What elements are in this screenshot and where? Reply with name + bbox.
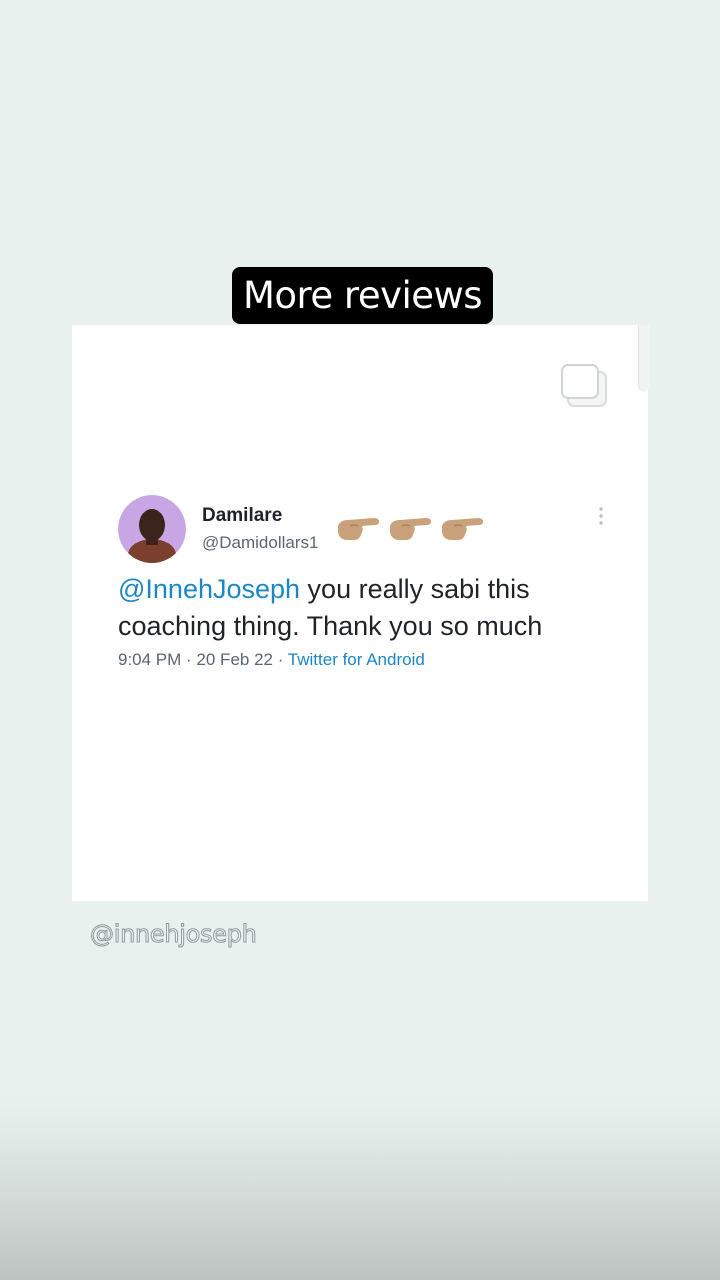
- scroll-edge-tab: [638, 325, 650, 391]
- story-caption: More reviews: [232, 267, 493, 324]
- watermark-handle: @innehjoseph: [90, 920, 258, 949]
- user-handle[interactable]: @Damidollars1: [202, 533, 318, 553]
- display-name[interactable]: Damilare: [202, 505, 282, 527]
- emoji-group: [336, 512, 484, 546]
- pointing-right-icon: [442, 518, 483, 540]
- tweet-time: 9:04 PM: [118, 650, 182, 669]
- avatar-image: [118, 495, 186, 563]
- more-options-icon[interactable]: [596, 506, 606, 526]
- pointing-right-icon: [338, 518, 379, 540]
- avatar[interactable]: [118, 495, 186, 563]
- tweet-text-line1: you really sabi this: [300, 574, 530, 604]
- multiple-images-icon: [561, 364, 607, 407]
- tweet-meta: 9:04 PM · 20 Feb 22 · Twitter for Androi…: [118, 650, 425, 670]
- pointing-right-icon: [390, 518, 431, 540]
- meta-separator: ·: [272, 650, 288, 669]
- mention-link[interactable]: @InnehJoseph: [118, 574, 300, 604]
- meta-separator: ·: [181, 650, 197, 669]
- tweet-source-link[interactable]: Twitter for Android: [288, 650, 425, 669]
- tweet-date: 20 Feb 22: [196, 650, 273, 669]
- tweet-text-line2: coaching thing. Thank you so much: [118, 611, 543, 641]
- tweet-text: @InnehJoseph you really sabi this coachi…: [118, 571, 598, 645]
